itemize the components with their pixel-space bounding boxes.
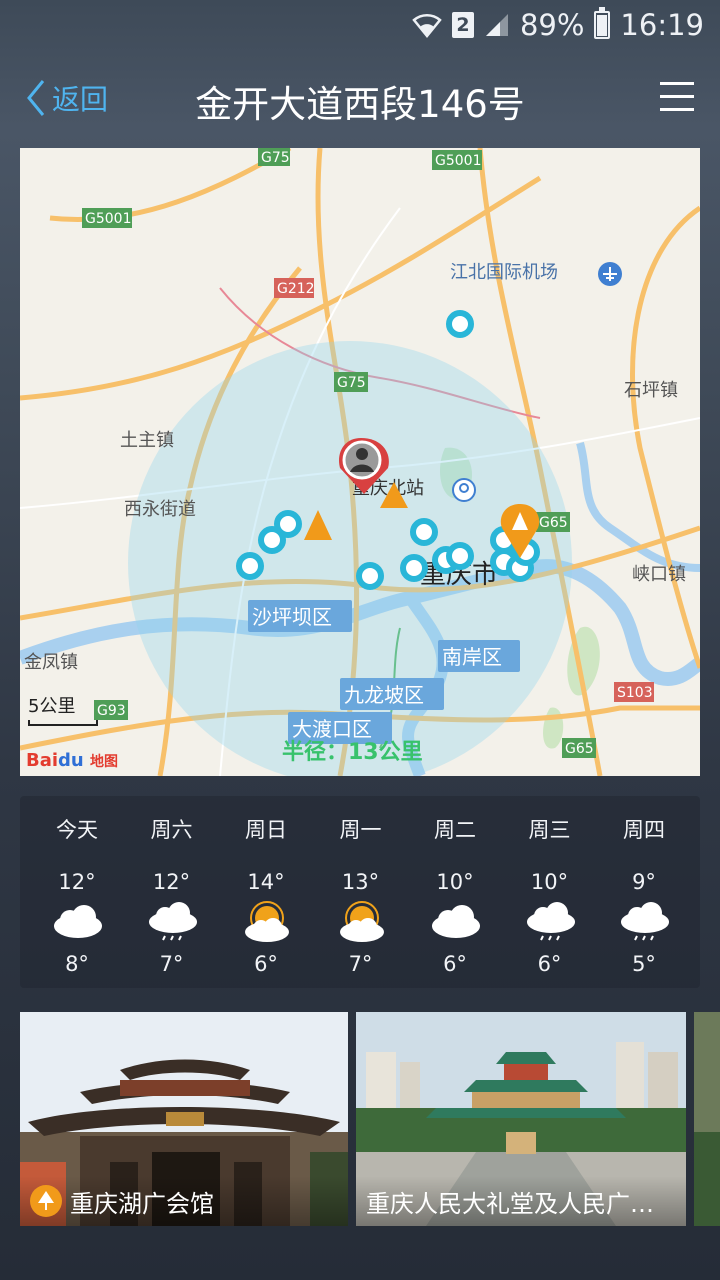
label-nanan: 南岸区 [442,645,502,669]
low-temp: 5° [632,952,656,976]
battery-icon [594,7,611,39]
map-pin [356,562,384,590]
cloudy-icon [430,900,482,944]
high-temp: 12° [152,870,191,894]
menu-button[interactable] [660,82,694,112]
wifi-icon [412,13,442,38]
forecast-day: 周二 10° 6° [408,796,502,988]
spot-name: 重庆湖广会馆 [70,1189,214,1218]
label-tuzhu: 土主镇 [120,430,174,451]
low-temp: 6° [537,952,562,976]
map-pin [258,526,286,554]
day-name: 周一 [339,818,382,842]
day-name: 周二 [434,818,476,842]
airport-icon [598,262,622,286]
map-pin [446,310,474,338]
road-shield-g65-right: G65 [539,515,568,531]
spot-card[interactable]: 重庆湖广会馆 [20,1012,348,1226]
partly-cloudy-icon [241,900,293,944]
high-temp: 10° [530,870,569,894]
header: 返回 金开大道西段146号 [0,60,720,140]
cloudy-icon [52,900,104,944]
high-temp: 14° [247,870,285,894]
forecast-day: 周四 9° 5° [597,796,691,988]
baidu-map-logo: Baidu 地图 [26,750,119,771]
road-shield-g65-bottom: G65 [565,741,594,757]
radius-label: 半径：13公里 [282,740,423,765]
weather-forecast: 今天 12° 8° 周六 12° 7° 周日 14° 6° 周一 13° 7° 周二 10° 6° 周三 10°… [20,796,700,988]
road-shield-g5001-left: G5001 [85,211,131,227]
light-rain-icon [525,900,577,944]
map-pin [410,518,438,546]
high-temp: 9° [632,870,656,894]
label-xiyong: 西永街道 [124,499,196,520]
signal-icon [485,14,508,36]
label-jinfeng: 金凤镇 [24,652,78,673]
map-pin [236,552,264,580]
forecast-day: 周三 10° 6° [503,796,597,988]
map-scale: 5公里 [28,692,98,726]
map-canvas: G75 G5001 G5001 G212 G75 G65 S103 G93 G6… [20,148,700,776]
spot-card[interactable]: 重庆人民大礼堂及人民广… [356,1012,686,1226]
forecast-day: 今天 12° 8° [30,796,124,988]
menu-icon [660,82,694,85]
light-rain-icon [147,900,199,944]
road-shield-g75-mid: G75 [337,375,366,391]
day-name: 周四 [623,818,665,842]
forecast-day: 周六 12° 7° [125,796,219,988]
high-temp: 12° [58,870,96,894]
station-icon [452,478,476,502]
label-jiulongpo: 九龙坡区 [344,683,424,707]
label-xiakou: 峡口镇 [632,564,686,585]
low-temp: 7° [348,952,373,976]
day-name: 周三 [528,818,571,842]
spot-card-partial[interactable] [694,1012,720,1226]
forecast-day: 周一 13° 7° [314,796,408,988]
map-pin [446,542,474,570]
road-shield-s103: S103 [617,685,653,701]
label-shapingba: 沙坪坝区 [252,605,332,629]
low-temp: 6° [254,952,278,976]
spot-name: 重庆人民大礼堂及人民广… [366,1189,654,1218]
road-shield-g93: G93 [97,703,126,719]
label-shiping: 石坪镇 [624,380,678,401]
road-shield-g75-top: G75 [261,150,290,166]
day-name: 周六 [150,818,193,842]
day-name: 周日 [245,818,287,842]
high-temp: 10° [436,870,474,894]
low-temp: 8° [65,952,89,976]
page-title: 金开大道西段146号 [195,83,525,126]
low-temp: 7° [159,952,184,976]
light-rain-icon [619,900,671,944]
low-temp: 6° [443,952,467,976]
road-shield-g5001-top: G5001 [435,153,481,169]
map-pin [400,554,428,582]
map-view[interactable]: G75 G5001 G5001 G212 G75 G65 S103 G93 G6… [20,148,700,776]
spot-label: 重庆人民大礼堂及人民广… [356,1176,686,1226]
road-shield-g212: G212 [277,281,315,297]
high-temp: 13° [341,870,380,894]
sim-badge: 2 [451,12,474,38]
clock: 16:19 [620,8,704,42]
status-bar: 2 89% 16:19 [0,0,720,50]
day-name: 今天 [56,818,98,842]
forecast-day: 周日 14° 6° [219,796,313,988]
battery-percent: 89% [519,8,585,42]
spot-label: 重庆湖广会馆 [20,1176,348,1226]
partly-cloudy-icon [336,900,388,944]
label-airport: 江北国际机场 [450,262,558,283]
tree-icon [30,1185,62,1217]
